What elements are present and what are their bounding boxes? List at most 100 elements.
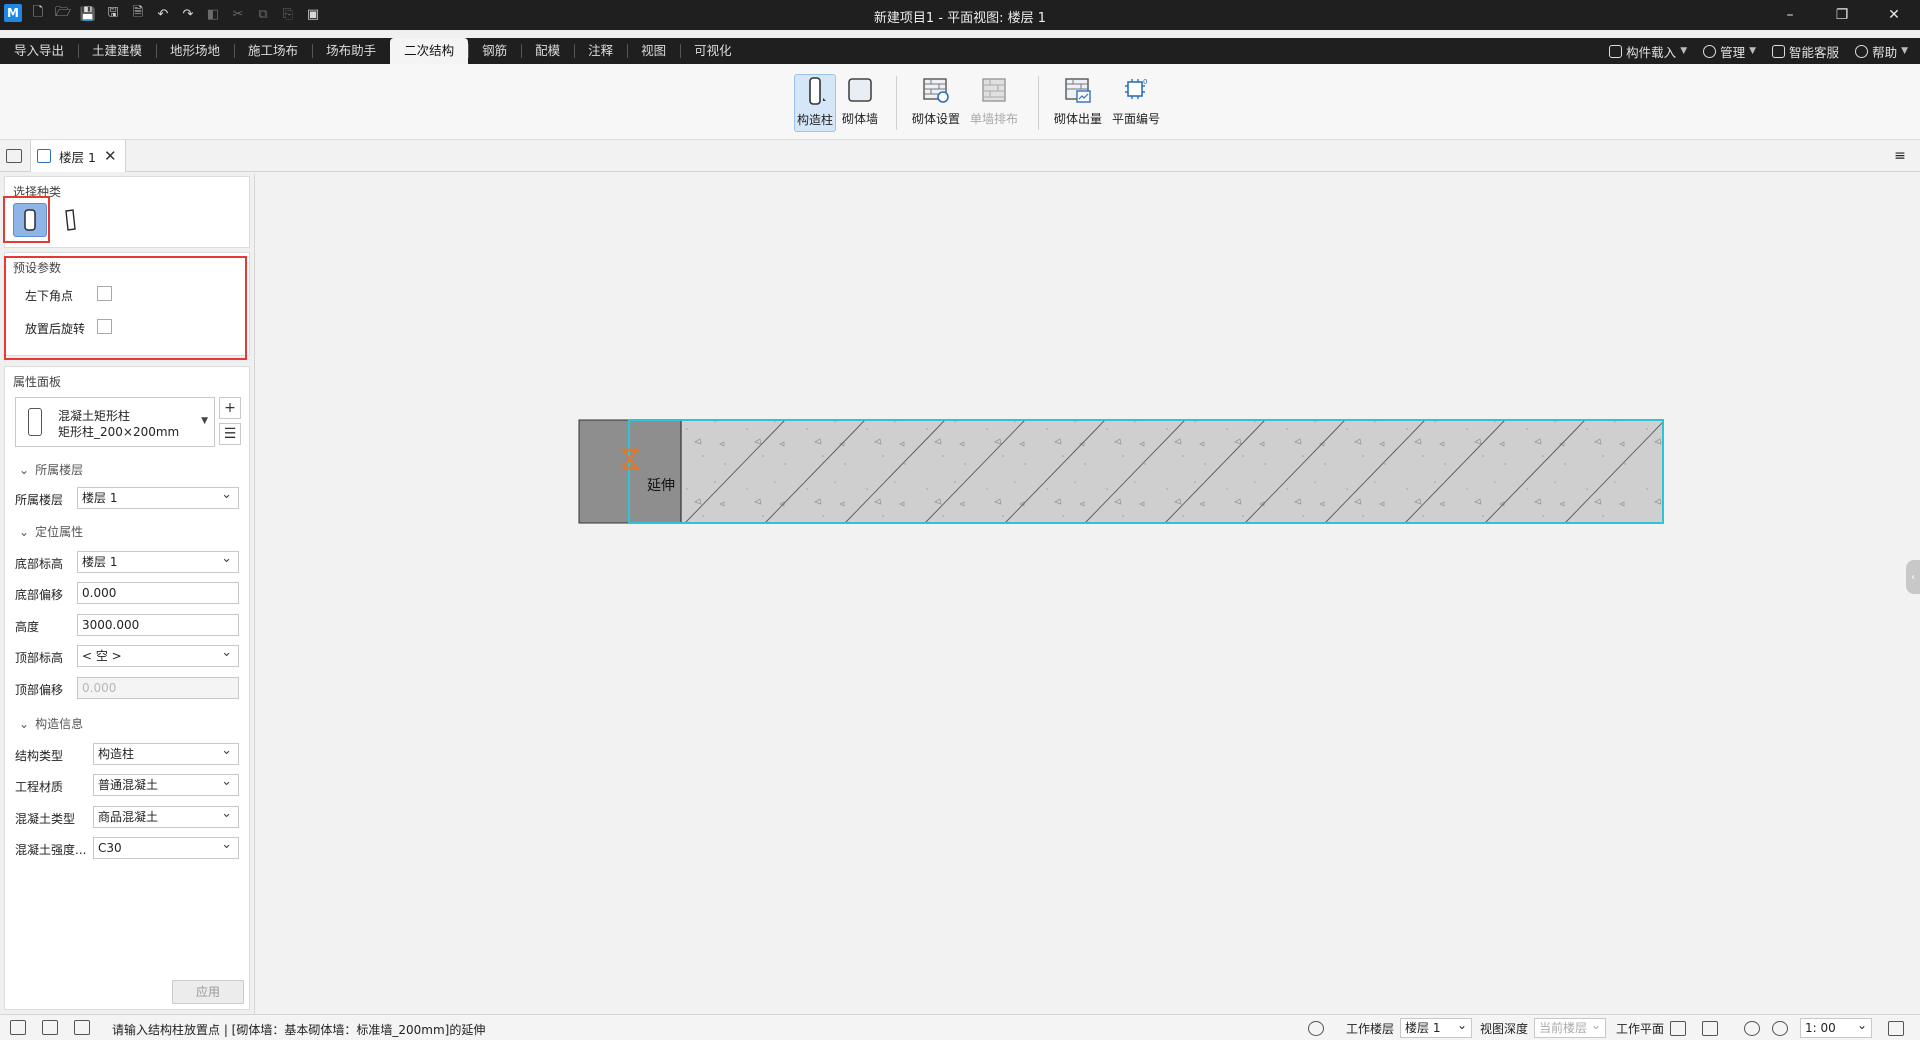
column-type-icon xyxy=(28,408,42,436)
manage-menu[interactable]: 管理 ▼ xyxy=(1703,42,1756,61)
ribbon-tab[interactable]: 施工场布 xyxy=(234,38,312,64)
manage-icon xyxy=(1703,44,1717,58)
wall-icon xyxy=(844,74,876,106)
component-load-icon xyxy=(1609,44,1623,58)
ribbon-tab[interactable]: 场布助手 xyxy=(312,38,390,64)
base-level-select[interactable]: 楼层 1 xyxy=(77,549,239,573)
height-input[interactable]: 3000.000 xyxy=(77,614,239,636)
ribbon-tab[interactable]: 二次结构 xyxy=(390,38,469,64)
ribbon-tab[interactable]: 导入导出 xyxy=(0,38,78,64)
top-right-menu: 构件载入 ▼ 管理 ▼ 智能客服 帮助 ▼ xyxy=(1609,38,1908,64)
chevron-down-icon: ▼ xyxy=(1680,46,1688,56)
close-window-button[interactable]: ✕ xyxy=(1868,0,1920,30)
expand-side-panel-handle[interactable]: ‹ xyxy=(1906,560,1920,594)
top-level-select[interactable]: < 空 > xyxy=(77,643,239,667)
help-menu[interactable]: 帮助 ▼ xyxy=(1855,42,1908,61)
work-plane-control: 工作平面 xyxy=(1616,1015,1687,1040)
toolbar-separator xyxy=(896,76,897,130)
tool-single-wall-layout[interactable]: 单墙排布 xyxy=(970,74,1018,132)
plan-drawing: 延伸 xyxy=(578,419,1664,524)
title-bar: M 🗋 🗁 💾 🖫 🗎 ↶ ↷ ◧ ✂ ⧉ ⎘ ▣ 新建项目1 - 平面视图: … xyxy=(0,0,1920,30)
work-floor-control: 工作楼层 楼层 1 xyxy=(1346,1015,1473,1040)
ribbon-tab[interactable]: 视图 xyxy=(627,38,680,64)
tool-construct-column[interactable]: 构造柱 xyxy=(794,74,837,132)
ribbon-tab[interactable]: 可视化 xyxy=(680,38,746,64)
property-panel-title: 属性面板 xyxy=(13,375,62,389)
apply-button[interactable]: 应用 xyxy=(172,980,244,1004)
chevron-down-icon: ▼ xyxy=(201,416,208,426)
concrete-type-select[interactable]: 商品混凝土 xyxy=(93,804,239,828)
chevron-down-icon: ▼ xyxy=(1901,46,1908,56)
snap-target-icon[interactable] xyxy=(1308,1020,1324,1036)
command-prompt: 请输入结构柱放置点 | [砌体墙：基本砌体墙：标准墙_200mm]的延伸 xyxy=(112,1023,486,1037)
chevron-down-icon: ⌄ xyxy=(19,716,30,731)
work-plane-button[interactable]: 工作平面 xyxy=(1616,1020,1664,1037)
ribbon-tab-bar: 导入导出 土建建模 地形场地 施工场布 场布助手 二次结构 钢筋 配模 注释 视图 可视化 构件载入… xyxy=(0,38,1920,64)
close-tab-icon[interactable]: ✕ xyxy=(104,147,117,165)
minimize-button[interactable]: – xyxy=(1764,0,1816,30)
service-icon xyxy=(1772,44,1786,58)
floor-select[interactable]: 楼层 1 xyxy=(77,485,239,509)
resize-grip-icon xyxy=(1888,1020,1904,1036)
scale-select[interactable]: 1: 00 xyxy=(1800,1016,1872,1038)
existing-column[interactable] xyxy=(578,419,630,524)
ribbon-tab[interactable]: 钢筋 xyxy=(468,38,521,64)
chevron-down-icon: ⌄ xyxy=(19,462,30,477)
ribbon-tab[interactable]: 配模 xyxy=(521,38,574,64)
masonry-settings-icon xyxy=(920,74,952,106)
smart-service-menu[interactable]: 智能客服 xyxy=(1772,42,1839,61)
ribbon-tab[interactable]: 地形场地 xyxy=(156,38,234,64)
status-bar: 请输入结构柱放置点 | [砌体墙：基本砌体墙：标准墙_200mm]的延伸 工作楼… xyxy=(0,1014,1920,1040)
component-load-menu[interactable]: 构件载入 ▼ xyxy=(1609,42,1687,61)
group-position[interactable]: ⌄ 定位属性 xyxy=(19,523,83,540)
tool-plan-numbering[interactable]: 0 平面编号 xyxy=(1112,74,1160,132)
property-panel-section: 属性面板 混凝土矩形柱 矩形柱_200×200mm ▼ + ☰ ⌄ 所属楼层 所属… xyxy=(4,366,250,1010)
restore-button[interactable]: ❐ xyxy=(1816,0,1868,30)
layout-split-icon[interactable] xyxy=(42,1020,58,1035)
svg-text:0: 0 xyxy=(1143,78,1147,86)
window-title: 新建项目1 - 平面视图: 楼层 1 xyxy=(873,11,1047,26)
view-depth-select[interactable]: 当前楼层 xyxy=(1534,1016,1607,1038)
ribbon-tab[interactable]: 注释 xyxy=(574,38,627,64)
strength-select[interactable]: C30 xyxy=(93,835,239,859)
toolbar-separator xyxy=(1038,76,1039,130)
group-construct[interactable]: ⌄ 构造信息 xyxy=(19,715,83,732)
extend-label: 延伸 xyxy=(647,478,675,494)
kind-shaped-column-button[interactable] xyxy=(53,203,87,237)
work-floor-select[interactable]: 楼层 1 xyxy=(1400,1016,1473,1038)
document-tab-strip: 楼层 1 ✕ ≡ xyxy=(0,140,1920,172)
drawing-canvas[interactable]: 延伸 ‹ xyxy=(254,174,1920,1014)
ribbon-tabs: 导入导出 土建建模 地形场地 施工场布 场布助手 二次结构 钢筋 配模 注释 视图 可视化 xyxy=(0,38,746,64)
view-depth-control: 视图深度 当前楼层 xyxy=(1480,1015,1607,1040)
group-floor[interactable]: ⌄ 所属楼层 xyxy=(19,461,83,478)
tool-masonry-settings[interactable]: 砌体设置 xyxy=(912,74,960,132)
help-icon xyxy=(1855,44,1869,58)
layout-tile-icon[interactable] xyxy=(74,1020,90,1035)
edit-type-button[interactable]: ☰ xyxy=(219,423,241,445)
chevron-down-icon: ⌄ xyxy=(19,524,30,539)
hamburger-menu-icon[interactable]: ≡ xyxy=(1890,146,1910,166)
add-type-button[interactable]: + xyxy=(219,397,241,419)
single-wall-layout-icon xyxy=(978,74,1010,106)
tool-masonry-quantity[interactable]: 砌体出量 xyxy=(1054,74,1102,132)
highlight-box-preset xyxy=(4,256,247,360)
material-select[interactable]: 普通混凝土 xyxy=(93,772,239,796)
document-tab[interactable]: 楼层 1 ✕ xyxy=(30,140,126,172)
snap-toggle-icon[interactable] xyxy=(1744,1020,1760,1036)
chevron-down-icon: ▼ xyxy=(1749,46,1757,56)
masonry-wall[interactable] xyxy=(628,419,1664,524)
layout-grid-icon[interactable] xyxy=(10,1020,26,1035)
masonry-quantity-icon xyxy=(1062,74,1094,106)
ribbon-toolbar: 构造柱 砌体墙 砌体设置 单墙排布 砌体出量 0 平面编号 xyxy=(0,64,1920,140)
tool-masonry-wall[interactable]: 砌体墙 xyxy=(842,74,878,132)
ribbon-tab[interactable]: 土建建模 xyxy=(78,38,156,64)
display-settings-icon[interactable] xyxy=(1702,1020,1718,1036)
plan-view-icon xyxy=(37,149,51,163)
type-selector[interactable]: 混凝土矩形柱 矩形柱_200×200mm ▼ xyxy=(15,397,215,447)
panel-toggle-icon[interactable] xyxy=(6,149,22,163)
selection-filter-icon[interactable] xyxy=(1772,1020,1788,1036)
work-plane-icon[interactable] xyxy=(1670,1020,1687,1036)
plan-numbering-icon: 0 xyxy=(1120,74,1152,106)
base-offset-input[interactable]: 0.000 xyxy=(77,582,239,604)
struct-type-select[interactable]: 构造柱 xyxy=(93,741,239,765)
